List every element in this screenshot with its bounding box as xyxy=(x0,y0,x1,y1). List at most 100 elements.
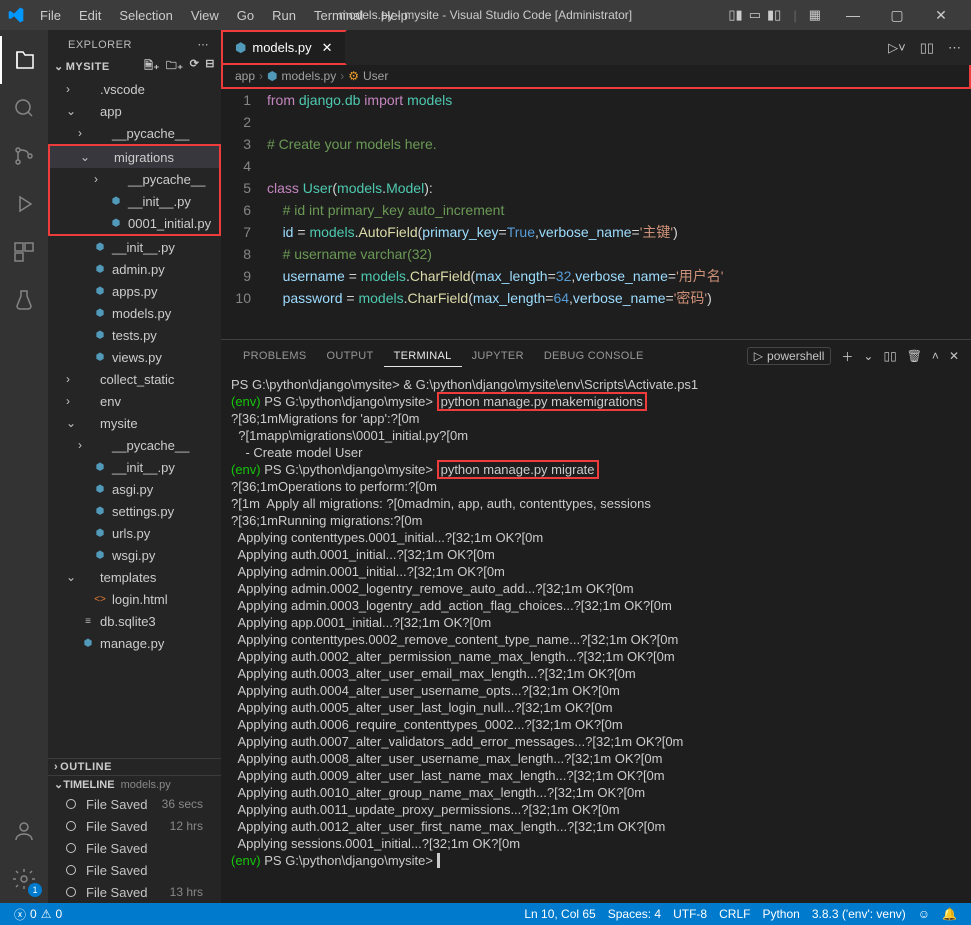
new-folder-icon[interactable]: 🗀₊ xyxy=(166,57,184,76)
outline-section[interactable]: › OUTLINE xyxy=(48,758,221,775)
new-file-icon[interactable]: 🗎₊ xyxy=(144,57,160,76)
folder-__pycache__[interactable]: ›__pycache__ xyxy=(48,434,221,456)
breadcrumb-file[interactable]: models.py xyxy=(282,69,337,83)
timeline-item[interactable]: File Saved xyxy=(48,859,221,881)
kill-terminal-icon[interactable]: 🗑 xyxy=(907,349,922,363)
new-terminal-icon[interactable]: ＋ xyxy=(841,348,853,365)
testing-activity[interactable] xyxy=(0,276,48,324)
panel-tab-debug-console[interactable]: DEBUG CONSOLE xyxy=(534,346,654,366)
timeline-section[interactable]: ⌄ TIMELINE models.py xyxy=(48,775,221,793)
menu-selection[interactable]: Selection xyxy=(111,4,180,27)
collapse-icon[interactable]: ⊟ xyxy=(205,57,215,76)
menu-edit[interactable]: Edit xyxy=(71,4,109,27)
file-asgi-py[interactable]: ⬢asgi.py xyxy=(48,478,221,500)
file-models-py[interactable]: ⬢models.py xyxy=(48,302,221,324)
run-icon[interactable]: ▷˅ xyxy=(888,40,906,56)
extensions-activity[interactable] xyxy=(0,228,48,276)
window-title: models.py - mysite - Visual Studio Code … xyxy=(339,8,632,22)
file-manage-py[interactable]: ⬢manage.py xyxy=(48,632,221,654)
file-tests-py[interactable]: ⬢tests.py xyxy=(48,324,221,346)
more-icon[interactable]: ⋯ xyxy=(198,38,210,51)
status-lang[interactable]: Python xyxy=(756,907,805,921)
file-__init__-py[interactable]: ⬢__init__.py xyxy=(48,236,221,258)
file-views-py[interactable]: ⬢views.py xyxy=(48,346,221,368)
status-encoding[interactable]: UTF-8 xyxy=(667,907,713,921)
folder-migrations[interactable]: ⌄migrations xyxy=(50,146,219,168)
layout-icon[interactable]: ▦ xyxy=(809,7,821,23)
folder-app[interactable]: ⌄app xyxy=(48,100,221,122)
breadcrumb-folder[interactable]: app xyxy=(235,69,255,83)
breadcrumb[interactable]: app › ⬢ models.py › ⚙ User xyxy=(221,65,971,89)
status-errors[interactable]: ⓧ 0 ⚠ 0 xyxy=(8,906,68,923)
timeline-item[interactable]: File Saved xyxy=(48,837,221,859)
explorer-header: EXPLORER ⋯ xyxy=(48,30,221,55)
file-urls-py[interactable]: ⬢urls.py xyxy=(48,522,221,544)
menu-file[interactable]: File xyxy=(32,4,69,27)
menu-go[interactable]: Go xyxy=(229,4,262,27)
close-tab-icon[interactable]: ✕ xyxy=(322,40,333,56)
timeline-item[interactable]: File Saved36 secs xyxy=(48,793,221,815)
timeline-file: models.py xyxy=(121,779,171,791)
terminal-chevron-icon[interactable]: ⌄ xyxy=(863,349,873,363)
panel-tab-output[interactable]: OUTPUT xyxy=(317,346,384,366)
panel-right-icon[interactable]: ▮▯ xyxy=(767,7,781,23)
feedback-icon[interactable]: ☺ xyxy=(912,907,936,921)
code-editor[interactable]: 1from django.db import models23# Create … xyxy=(221,89,971,339)
panel-tab-terminal[interactable]: TERMINAL xyxy=(384,346,462,367)
activity-bar: 1 xyxy=(0,30,48,903)
file-tree: ›.vscode⌄app›__pycache__⌄migrations›__py… xyxy=(48,78,221,758)
timeline-item[interactable]: File Saved13 hrs xyxy=(48,881,221,903)
folder-__pycache__[interactable]: ›__pycache__ xyxy=(50,168,219,190)
file-__init__-py[interactable]: ⬢__init__.py xyxy=(50,190,219,212)
settings-badge: 1 xyxy=(28,883,42,897)
file-0001_initial-py[interactable]: ⬢0001_initial.py xyxy=(50,212,219,234)
accounts-activity[interactable] xyxy=(0,807,48,855)
folder--vscode[interactable]: ›.vscode xyxy=(48,78,221,100)
status-interpreter[interactable]: 3.8.3 ('env': venv) xyxy=(806,907,912,921)
panel-bottom-icon[interactable]: ▭ xyxy=(749,7,761,23)
terminal[interactable]: PS G:\python\django\mysite> & G:\python\… xyxy=(221,372,971,903)
menu-view[interactable]: View xyxy=(183,4,227,27)
workspace-name: MYSITE xyxy=(66,61,110,73)
folder-__pycache__[interactable]: ›__pycache__ xyxy=(48,122,221,144)
folder-collect_static[interactable]: ›collect_static xyxy=(48,368,221,390)
status-lncol[interactable]: Ln 10, Col 65 xyxy=(518,907,601,921)
file-wsgi-py[interactable]: ⬢wsgi.py xyxy=(48,544,221,566)
file-settings-py[interactable]: ⬢settings.py xyxy=(48,500,221,522)
split-editor-icon[interactable]: ▯▯ xyxy=(920,40,934,56)
file-login-html[interactable]: <>login.html xyxy=(48,588,221,610)
status-eol[interactable]: CRLF xyxy=(713,907,756,921)
refresh-icon[interactable]: ⟳ xyxy=(190,57,200,76)
close-button[interactable]: ✕ xyxy=(919,0,963,30)
maximize-panel-icon[interactable]: ˄ xyxy=(932,349,939,363)
debug-activity[interactable] xyxy=(0,180,48,228)
status-spaces[interactable]: Spaces: 4 xyxy=(602,907,667,921)
tab-models-py[interactable]: ⬢ models.py ✕ xyxy=(221,30,347,65)
folder-mysite[interactable]: ⌄mysite xyxy=(48,412,221,434)
more-icon[interactable]: ⋯ xyxy=(948,40,961,56)
folder-templates[interactable]: ⌄templates xyxy=(48,566,221,588)
panel-tab-problems[interactable]: PROBLEMS xyxy=(233,346,317,366)
terminal-shell-select[interactable]: ▷ powershell xyxy=(747,347,832,365)
panel-tab-jupyter[interactable]: JUPYTER xyxy=(462,346,534,366)
close-panel-icon[interactable]: ✕ xyxy=(949,349,959,363)
scm-activity[interactable] xyxy=(0,132,48,180)
python-file-icon: ⬢ xyxy=(235,40,246,56)
file-apps-py[interactable]: ⬢apps.py xyxy=(48,280,221,302)
file-db-sqlite3[interactable]: ≡db.sqlite3 xyxy=(48,610,221,632)
search-activity[interactable] xyxy=(0,84,48,132)
notifications-icon[interactable]: 🔔 xyxy=(936,907,963,921)
maximize-button[interactable]: ▢ xyxy=(875,0,919,30)
explorer-activity[interactable] xyxy=(0,36,48,84)
file-admin-py[interactable]: ⬢admin.py xyxy=(48,258,221,280)
workspace-header[interactable]: ⌄ MYSITE 🗎₊ 🗀₊ ⟳ ⊟ xyxy=(48,55,221,78)
menu-run[interactable]: Run xyxy=(264,4,304,27)
timeline-item[interactable]: File Saved12 hrs xyxy=(48,815,221,837)
split-terminal-icon[interactable]: ▯▯ xyxy=(883,349,896,363)
settings-activity[interactable]: 1 xyxy=(0,855,48,903)
folder-env[interactable]: ›env xyxy=(48,390,221,412)
breadcrumb-symbol[interactable]: User xyxy=(363,69,388,83)
minimize-button[interactable]: — xyxy=(831,0,875,30)
file-__init__-py[interactable]: ⬢__init__.py xyxy=(48,456,221,478)
panel-left-icon[interactable]: ▯▮ xyxy=(728,7,742,23)
